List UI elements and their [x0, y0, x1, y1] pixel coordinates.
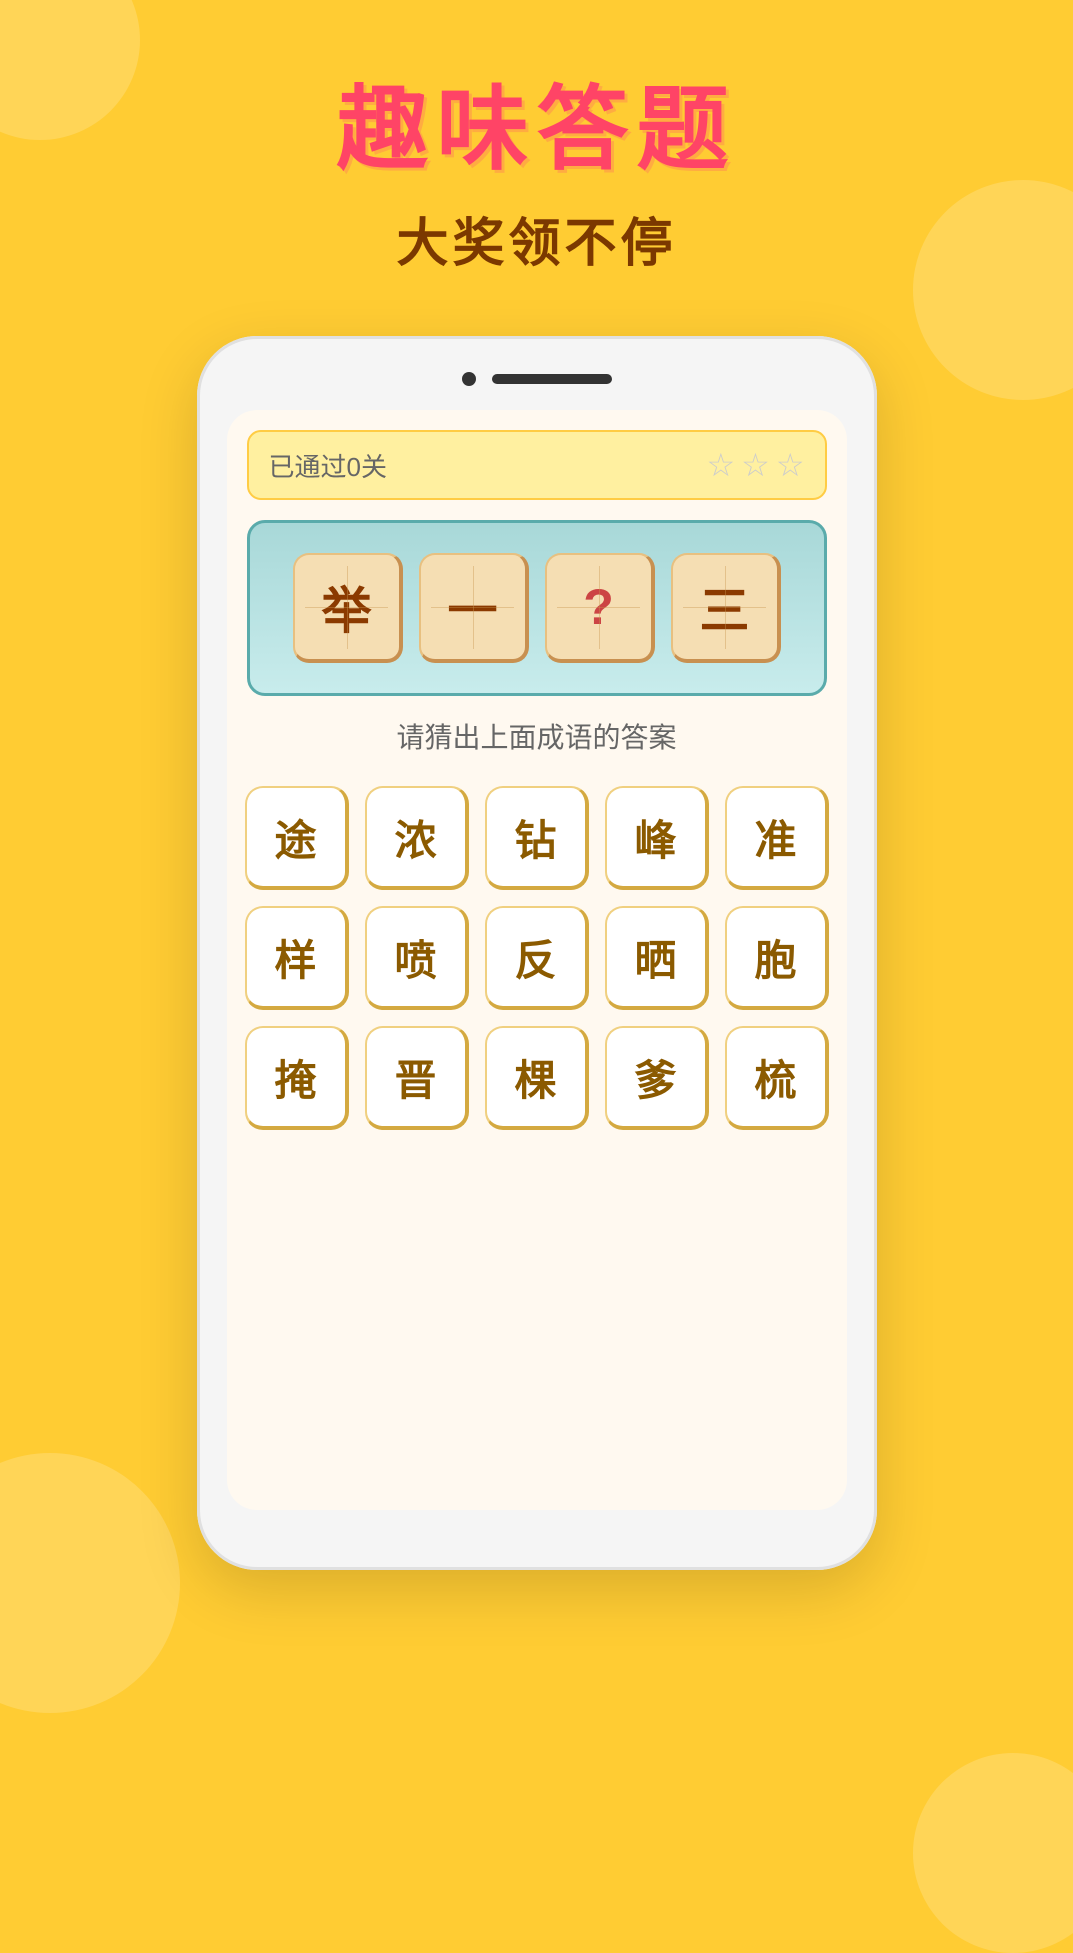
puzzle-tile-3: ? [545, 553, 655, 663]
phone-dot [462, 372, 476, 386]
star-1: ☆ [706, 446, 735, 484]
answer-btn-tu[interactable]: 途 [245, 786, 349, 890]
answer-btn-zuan[interactable]: 钻 [485, 786, 589, 890]
answer-btn-pen[interactable]: 喷 [365, 906, 469, 1010]
answer-btn-nong[interactable]: 浓 [365, 786, 469, 890]
hint-text: 请猜出上面成语的答案 [247, 716, 827, 756]
phone-mockup: 已通过0关 ☆ ☆ ☆ 举 一 ? 三 请猜出上面成语的答案 途 [197, 336, 877, 1570]
progress-text: 已通过0关 [269, 447, 387, 484]
answer-row-2: 样 喷 反 晒 胞 [245, 906, 829, 1010]
answer-grid: 途 浓 钻 峰 准 样 喷 反 晒 胞 掩 晋 棵 爹 [247, 786, 827, 1130]
answer-btn-zhun[interactable]: 准 [725, 786, 829, 890]
answer-btn-shai[interactable]: 晒 [605, 906, 709, 1010]
answer-btn-jin[interactable]: 晋 [365, 1026, 469, 1130]
answer-row-1: 途 浓 钻 峰 准 [245, 786, 829, 890]
puzzle-tile-4: 三 [671, 553, 781, 663]
answer-btn-yang[interactable]: 样 [245, 906, 349, 1010]
puzzle-area: 举 一 ? 三 [247, 520, 827, 696]
phone-speaker [492, 374, 612, 384]
phone-container: 已通过0关 ☆ ☆ ☆ 举 一 ? 三 请猜出上面成语的答案 途 [0, 336, 1073, 1570]
answer-btn-die[interactable]: 爹 [605, 1026, 709, 1130]
answer-btn-ke[interactable]: 棵 [485, 1026, 589, 1130]
answer-btn-feng[interactable]: 峰 [605, 786, 709, 890]
bg-circle-bottom-right [913, 1753, 1073, 1953]
stars-row: ☆ ☆ ☆ [706, 446, 804, 484]
answer-btn-bao[interactable]: 胞 [725, 906, 829, 1010]
puzzle-tile-2: 一 [419, 553, 529, 663]
star-2: ☆ [741, 446, 770, 484]
main-title: 趣味答题 [0, 80, 1073, 181]
title-section: 趣味答题 大奖领不停 [0, 0, 1073, 276]
answer-btn-yan[interactable]: 掩 [245, 1026, 349, 1130]
sub-title: 大奖领不停 [0, 201, 1073, 276]
answer-btn-shu[interactable]: 梳 [725, 1026, 829, 1130]
answer-btn-fan[interactable]: 反 [485, 906, 589, 1010]
answer-row-3: 掩 晋 棵 爹 梳 [245, 1026, 829, 1130]
progress-bar-container: 已通过0关 ☆ ☆ ☆ [247, 430, 827, 500]
star-3: ☆ [776, 446, 805, 484]
phone-screen: 已通过0关 ☆ ☆ ☆ 举 一 ? 三 请猜出上面成语的答案 途 [227, 410, 847, 1510]
phone-top-bar [227, 366, 847, 386]
puzzle-tile-1: 举 [293, 553, 403, 663]
